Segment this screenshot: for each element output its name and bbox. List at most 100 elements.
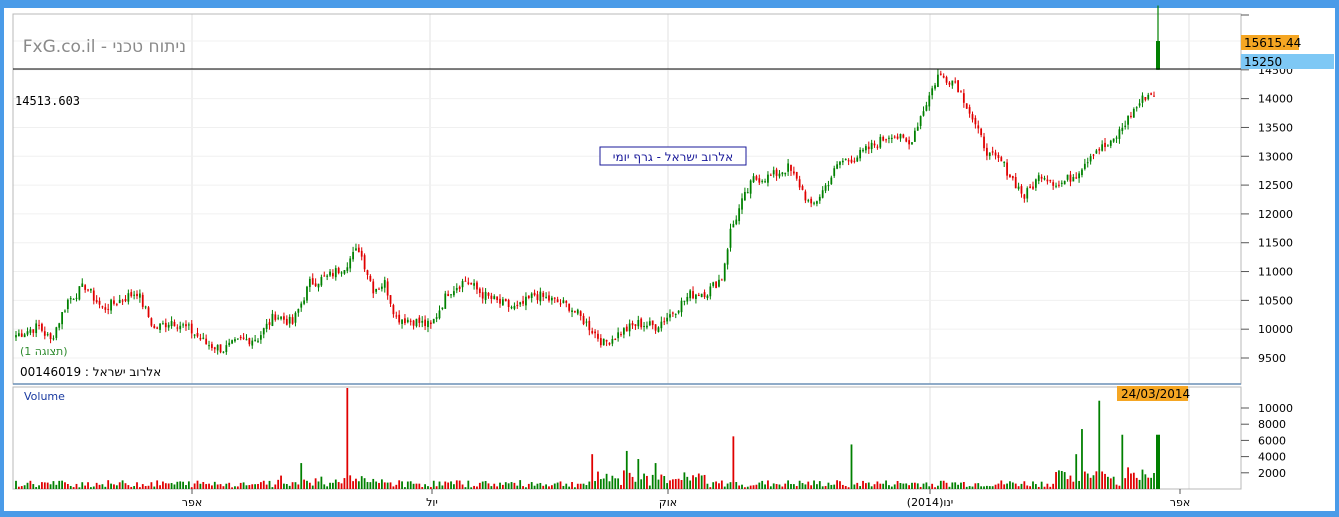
volume-bar [550, 485, 553, 489]
grid [13, 14, 1241, 489]
candle-body [689, 290, 692, 299]
candle-body [660, 321, 663, 329]
candle-body [801, 186, 804, 190]
volume-bar [144, 486, 147, 489]
volume-bar [939, 480, 942, 489]
candle-body [1118, 129, 1121, 139]
candle-body [58, 323, 61, 328]
volume-bar [23, 485, 26, 489]
volume-bar [628, 472, 631, 489]
volume-bar [314, 478, 317, 489]
volume-bar [366, 481, 369, 489]
candle-body [283, 316, 285, 320]
candle-body [1081, 169, 1083, 176]
candle-body [1132, 108, 1135, 118]
volume-bar [876, 481, 879, 489]
volume-bar [225, 483, 228, 489]
last-price-value: 15615.44 [1244, 36, 1301, 50]
volume-bar [856, 482, 859, 489]
volume-bar [931, 483, 934, 489]
volume-bar [501, 484, 504, 489]
candle-body [484, 291, 487, 300]
volume-bar [510, 482, 513, 489]
candle-body [453, 291, 455, 296]
volume-bar [271, 487, 274, 489]
candle-body [1147, 94, 1150, 100]
candle-body [824, 185, 827, 191]
candle-body [1095, 150, 1098, 154]
last-candle-body [1156, 41, 1160, 70]
candle-body [585, 321, 588, 323]
candle-body [64, 310, 66, 312]
volume-bar [453, 484, 455, 489]
volume-bar [988, 486, 991, 489]
volume-bar [104, 486, 107, 489]
candle-body [487, 292, 490, 296]
volume-bar [1101, 471, 1104, 489]
volume-bar [634, 481, 637, 489]
x-tick-label: אוק [659, 496, 677, 509]
volume-bar [695, 477, 697, 489]
volume-bar [703, 474, 706, 489]
stock-chart[interactable]: 9500 10000 10500 11000 11500 12000 12500 13000 1… [0, 0, 1339, 517]
volume-bar [176, 481, 179, 489]
volume-bar [205, 484, 208, 489]
volume-bar [340, 483, 343, 489]
volume-bar [72, 487, 75, 489]
volume-bar [986, 485, 988, 489]
candle-body [896, 136, 899, 139]
candle-body [98, 300, 101, 305]
candle-body [870, 142, 873, 150]
volume-bar [294, 482, 297, 489]
volume-bars [15, 388, 1160, 489]
candle-body [792, 171, 795, 174]
volume-bar [95, 482, 98, 489]
candle-body [919, 116, 922, 126]
volume-bar [571, 481, 573, 489]
volume-bar [579, 483, 582, 489]
x-tick-label: אפר [182, 496, 202, 509]
candle-body [326, 275, 329, 277]
candle-body [620, 334, 622, 336]
candle-body [522, 300, 524, 304]
candle-body [559, 303, 562, 305]
volume-bar [522, 486, 524, 489]
candle-body [617, 332, 620, 339]
volume-bar [259, 482, 262, 489]
candle-body [473, 283, 475, 286]
candle-body [597, 333, 599, 339]
volume-bar [481, 481, 484, 489]
volume-bar [767, 480, 769, 489]
volume-bar [885, 480, 887, 489]
candle-body [1017, 186, 1020, 189]
candle-body [334, 268, 337, 278]
candle-body [26, 331, 29, 335]
candle-body [865, 146, 867, 151]
candle-body [640, 318, 643, 328]
volume-bar [337, 482, 340, 489]
x-tick-label: אפר [1170, 496, 1190, 509]
candle-body [87, 289, 89, 291]
candle-body [608, 342, 611, 345]
volume-bar [121, 480, 124, 489]
candle-body [1101, 144, 1104, 151]
candle-body [1023, 194, 1026, 199]
volume-bar [1124, 478, 1127, 489]
candle-body [386, 281, 389, 296]
volume-bar [651, 474, 654, 489]
candle-body [994, 152, 997, 156]
volume-bar [380, 479, 383, 489]
volume-bar [1066, 479, 1069, 489]
volume-bar [991, 486, 994, 489]
candle-body [288, 316, 291, 324]
volume-bar [934, 487, 936, 489]
candle-body [1112, 138, 1115, 142]
candle-body [784, 172, 787, 175]
volume-bar [113, 484, 115, 489]
candle-body [78, 286, 81, 300]
candle-body [395, 315, 398, 317]
volume-bar [435, 486, 438, 489]
volume-bar [516, 485, 519, 489]
volume-bar [945, 482, 948, 489]
candle-body [922, 111, 925, 116]
